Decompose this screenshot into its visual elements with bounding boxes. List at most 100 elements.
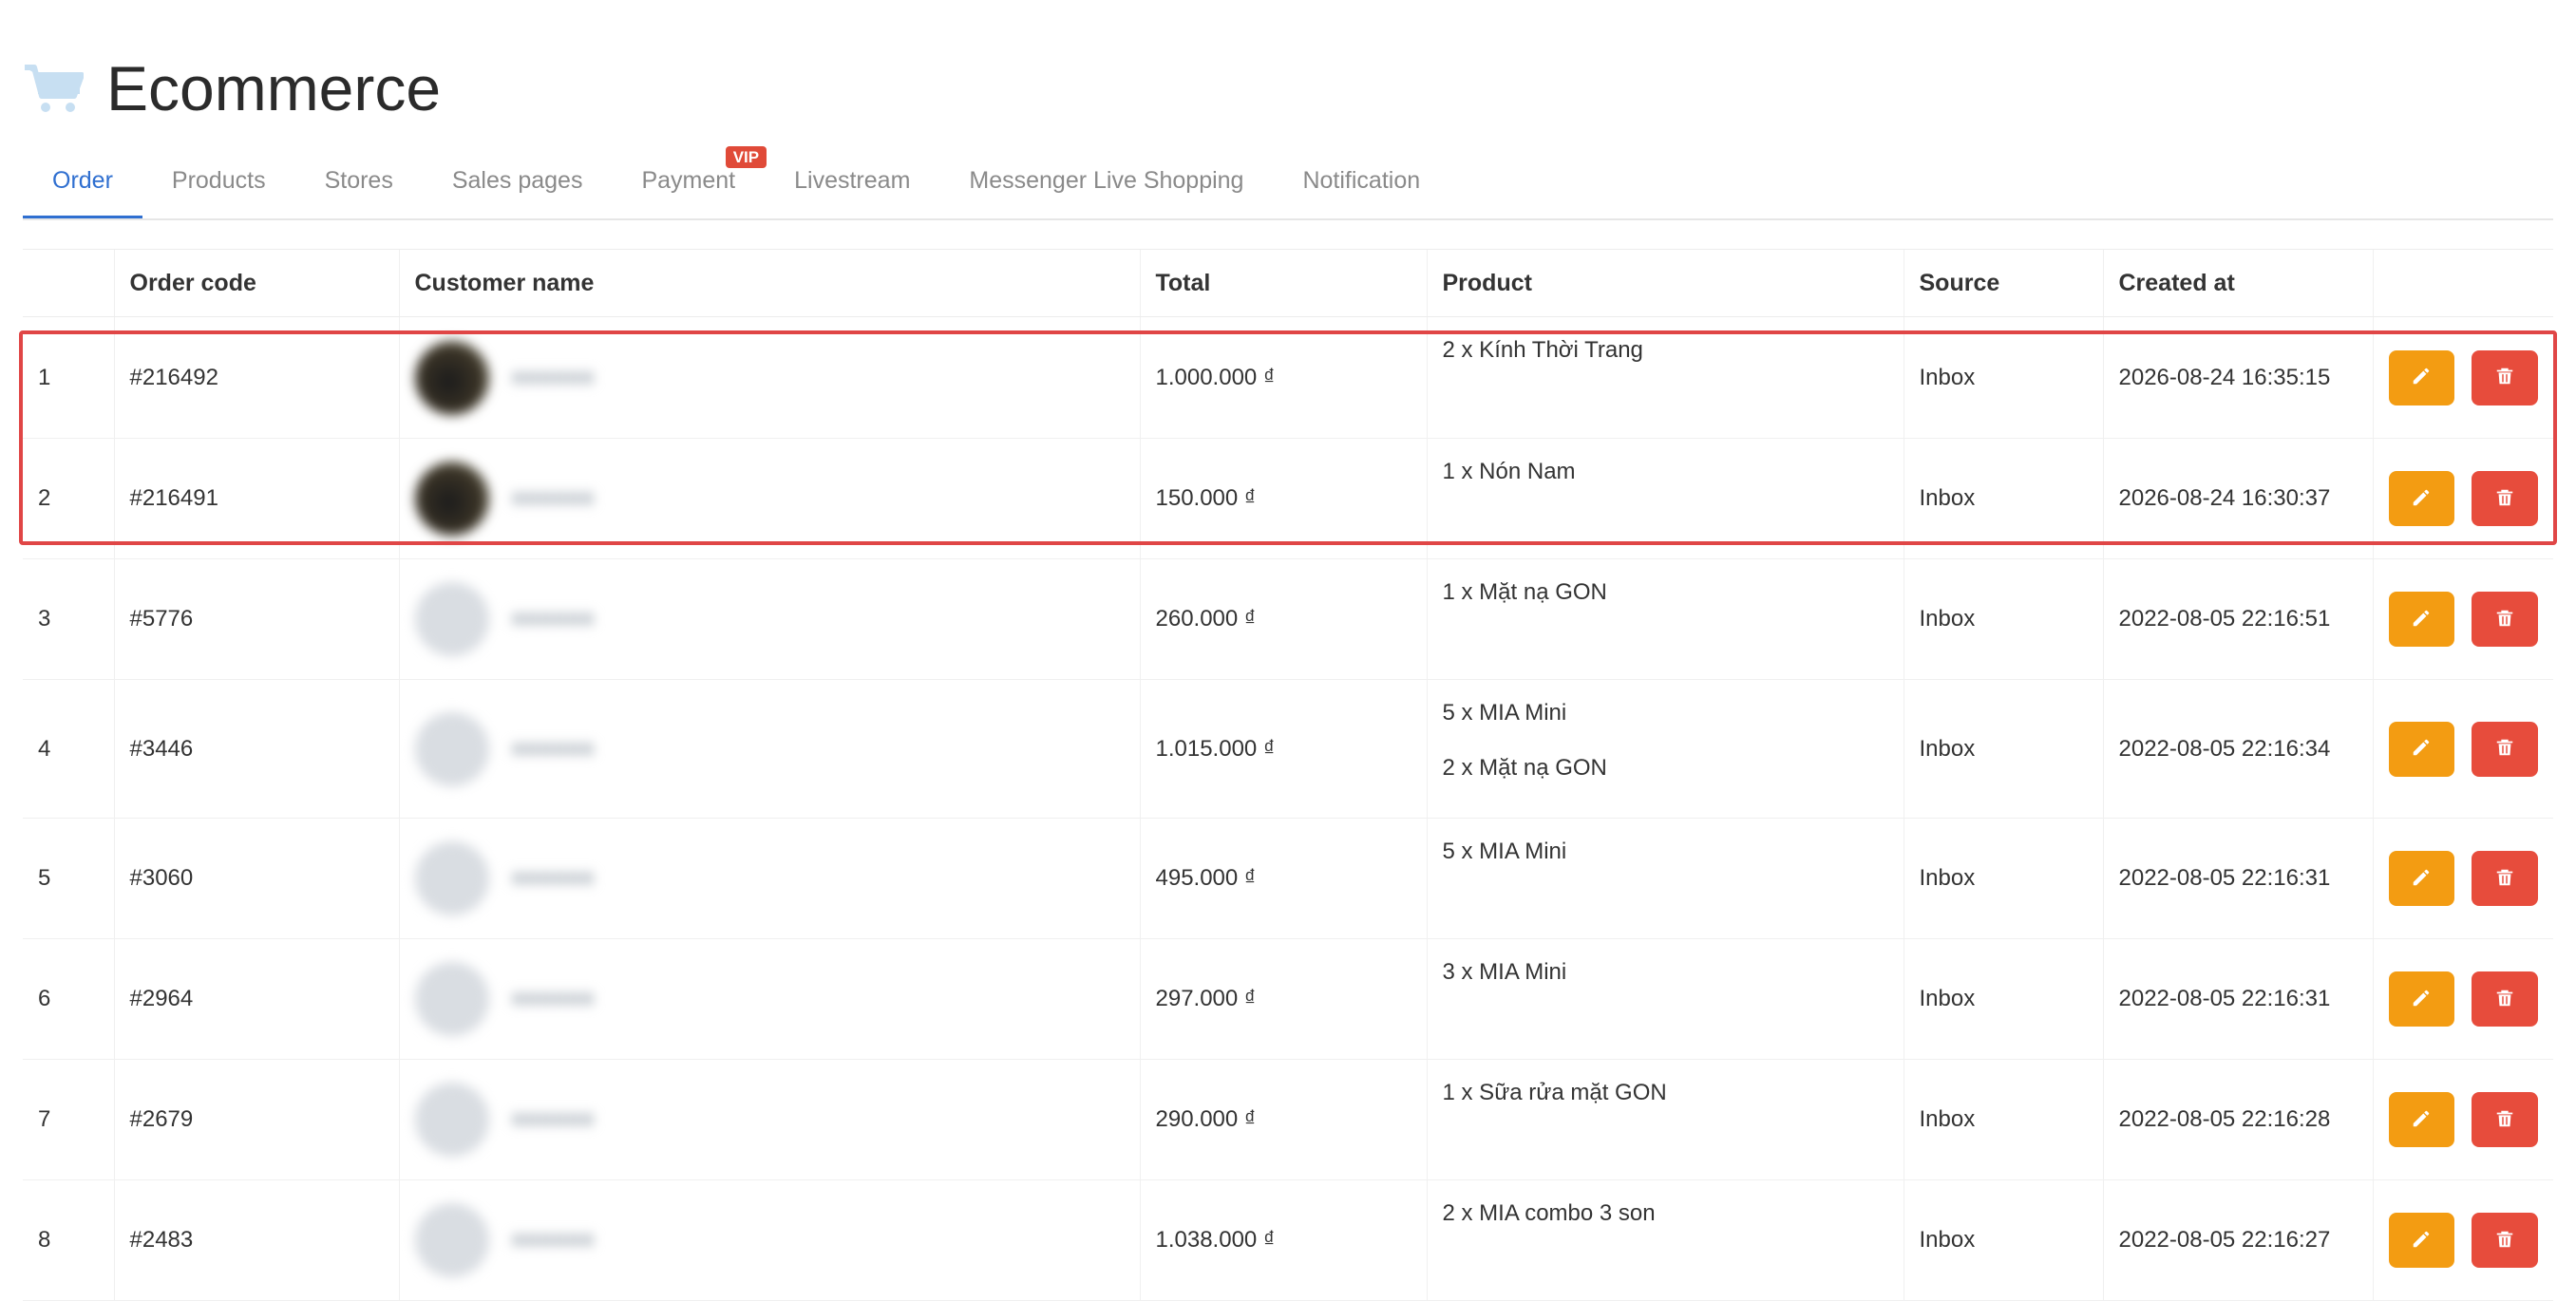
- pencil-icon: [2411, 1229, 2432, 1253]
- product-cell: 2 x Kính Thời Trang: [1426, 316, 1904, 439]
- pencil-icon: [2411, 737, 2432, 761]
- table-row[interactable]: 4 #3446 ■■■■■■ 1.015.000 ₫ 5 x MIA Mini 2 x M…: [23, 679, 2553, 819]
- customer: ■■■■■■: [414, 1083, 1125, 1157]
- row-index: 1: [23, 316, 114, 439]
- product-line: 5 x MIA Mini: [1442, 839, 1567, 864]
- pencil-icon: [2411, 1108, 2432, 1132]
- order-code: #216491: [113, 438, 399, 559]
- row-actions: [2388, 721, 2538, 777]
- trash-icon: [2494, 737, 2515, 761]
- column-header: Customer name: [398, 249, 1140, 317]
- tab-label: Products: [171, 167, 266, 194]
- customer-name-blurred: ■■■■■■: [511, 865, 595, 891]
- order-source: Inbox: [1903, 679, 2103, 819]
- table-row[interactable]: 3 #5776 ■■■■■■ 260.000 ₫ 1 x Mặt nạ GON Inbox…: [23, 558, 2553, 680]
- delete-button[interactable]: [2472, 592, 2538, 647]
- delete-button[interactable]: [2472, 471, 2538, 526]
- row-index: 6: [23, 938, 114, 1060]
- order-code: #3060: [113, 818, 399, 939]
- table-row[interactable]: 8 #2483 ■■■■■■ 1.038.000 ₫ 2 x MIA combo 3 s…: [23, 1179, 2553, 1301]
- product-cell: 1 x Nón Nam: [1426, 438, 1904, 559]
- product-line: 1 x Nón Nam: [1442, 459, 1576, 484]
- order-total: 297.000 ₫: [1139, 938, 1427, 1060]
- delete-button[interactable]: [2472, 851, 2538, 906]
- product-cell: 1 x Sữa rửa mặt GON: [1426, 1059, 1904, 1180]
- actions-cell: [2372, 679, 2553, 819]
- tab-notification[interactable]: Notification: [1273, 142, 1449, 218]
- edit-button[interactable]: [2388, 721, 2455, 777]
- table-row[interactable]: 7 #2679 ■■■■■■ 290.000 ₫ 1 x Sữa rửa mặt GON…: [23, 1059, 2553, 1180]
- delete-button[interactable]: [2472, 1213, 2538, 1268]
- customer-cell: ■■■■■■: [398, 316, 1140, 439]
- edit-button[interactable]: [2388, 349, 2455, 405]
- avatar: [414, 711, 489, 786]
- edit-button[interactable]: [2388, 971, 2455, 1027]
- actions-cell: [2372, 818, 2553, 939]
- tab-label: Notification: [1302, 167, 1421, 194]
- order-total: 1.038.000 ₫: [1139, 1179, 1427, 1301]
- edit-button[interactable]: [2388, 851, 2455, 906]
- edit-button[interactable]: [2388, 1213, 2455, 1268]
- row-index: 7: [23, 1059, 114, 1180]
- order-total: 1.015.000 ₫: [1139, 679, 1427, 819]
- customer-name-blurred: ■■■■■■: [511, 606, 595, 632]
- delete-button[interactable]: [2472, 349, 2538, 405]
- created-at: 2022-08-05 22:16:27: [2102, 1179, 2373, 1301]
- order-total: 290.000 ₫: [1139, 1059, 1427, 1180]
- vip-badge: VIP: [725, 146, 767, 168]
- row-index: 4: [23, 679, 114, 819]
- order-code: #2964: [113, 938, 399, 1060]
- tab-payment[interactable]: Payment VIP: [612, 142, 767, 218]
- column-header: Product: [1426, 249, 1904, 317]
- edit-button[interactable]: [2388, 592, 2455, 647]
- page-title: Ecommerce: [106, 53, 442, 123]
- tab-products[interactable]: Products: [142, 142, 295, 218]
- table-row[interactable]: 2 #216491 ■■■■■■ 150.000 ₫ 1 x Nón Nam Inbox 2…: [23, 438, 2553, 559]
- column-header: [2372, 249, 2553, 317]
- edit-button[interactable]: [2388, 1092, 2455, 1147]
- tab-label: Livestream: [794, 167, 911, 194]
- avatar: [414, 582, 489, 656]
- product-line: 2 x Kính Thời Trang: [1442, 337, 1643, 363]
- table-row[interactable]: 5 #3060 ■■■■■■ 495.000 ₫ 5 x MIA Mini Inbox 20…: [23, 818, 2553, 939]
- tab-messenger-live-shopping[interactable]: Messenger Live Shopping: [939, 142, 1273, 218]
- order-code: #2679: [113, 1059, 399, 1180]
- trash-icon: [2494, 988, 2515, 1011]
- actions-cell: [2372, 938, 2553, 1060]
- customer: ■■■■■■: [414, 841, 1125, 915]
- table-row[interactable]: 1 #216492 ■■■■■■ 1.000.000 ₫ 2 x Kính Thời T…: [23, 316, 2553, 439]
- row-index: 8: [23, 1179, 114, 1301]
- column-header: Created at: [2102, 249, 2373, 317]
- column-header: [23, 249, 114, 317]
- delete-button[interactable]: [2472, 1092, 2538, 1147]
- product-cell: 2 x MIA combo 3 son: [1426, 1179, 1904, 1301]
- column-header: Total: [1139, 249, 1427, 317]
- trash-icon: [2494, 487, 2515, 511]
- edit-button[interactable]: [2388, 471, 2455, 526]
- pencil-icon: [2411, 608, 2432, 632]
- tab-sales-pages[interactable]: Sales pages: [423, 142, 613, 218]
- orders-table-wrap: Order code Customer name Total Product Sourc…: [23, 249, 2553, 1301]
- delete-button[interactable]: [2472, 971, 2538, 1027]
- product-cell: 5 x MIA Mini: [1426, 818, 1904, 939]
- product-cell: 3 x MIA Mini: [1426, 938, 1904, 1060]
- tab-label: Stores: [324, 167, 393, 194]
- actions-cell: [2372, 1179, 2553, 1301]
- customer-cell: ■■■■■■: [398, 818, 1140, 939]
- customer-cell: ■■■■■■: [398, 938, 1140, 1060]
- customer-name-blurred: ■■■■■■: [511, 735, 595, 762]
- tab-livestream[interactable]: Livestream: [765, 142, 939, 218]
- product-line: 5 x MIA Mini: [1442, 700, 1567, 726]
- orders-table: Order code Customer name Total Product Sourc…: [23, 249, 2553, 1301]
- pencil-icon: [2411, 366, 2432, 389]
- tab-order[interactable]: Order: [23, 142, 142, 218]
- row-actions: [2388, 1213, 2538, 1268]
- row-actions: [2388, 471, 2538, 526]
- tab-stores[interactable]: Stores: [295, 142, 423, 218]
- table-row[interactable]: 6 #2964 ■■■■■■ 297.000 ₫ 3 x MIA Mini Inbox 20…: [23, 938, 2553, 1060]
- avatar: [414, 462, 489, 536]
- actions-cell: [2372, 316, 2553, 439]
- row-actions: [2388, 349, 2538, 405]
- customer-name-blurred: ■■■■■■: [511, 1106, 595, 1132]
- delete-button[interactable]: [2472, 721, 2538, 777]
